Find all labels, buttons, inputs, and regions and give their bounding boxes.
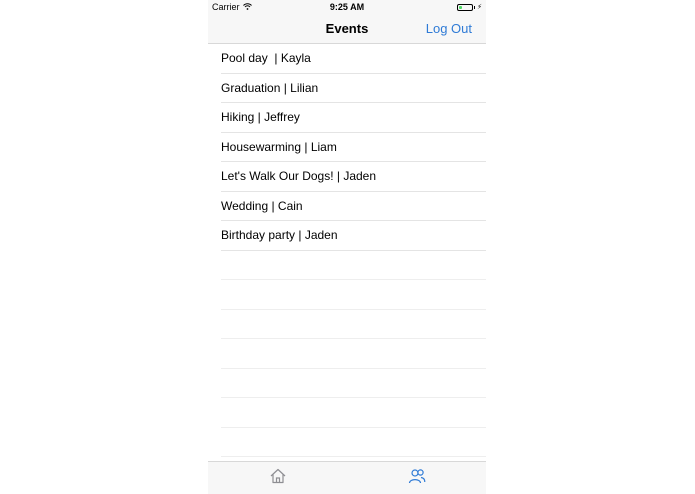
tab-bar [208, 461, 486, 494]
event-row[interactable]: Graduation | Lilian [221, 74, 486, 103]
empty-table-row [221, 310, 486, 339]
event-label: Graduation | Lilian [221, 80, 319, 95]
status-bar: Carrier 9:25 AM ⚡ [208, 0, 486, 14]
log-out-button[interactable]: Log Out [426, 21, 472, 36]
event-label: Housewarming | Liam [221, 139, 337, 154]
charging-icon: ⚡ [477, 4, 482, 11]
people-icon [408, 467, 426, 490]
event-label: Hiking | Jeffrey [221, 110, 300, 125]
event-row[interactable]: Housewarming | Liam [221, 133, 486, 162]
empty-table-row [221, 280, 486, 310]
event-row[interactable]: Let's Walk Our Dogs! | Jaden [221, 162, 486, 192]
navigation-bar: Events Log Out [208, 14, 486, 44]
battery-icon: ⚡ [457, 3, 482, 11]
tab-people[interactable] [347, 462, 486, 494]
event-label: Birthday party | Jaden [221, 228, 338, 243]
tab-home[interactable] [208, 462, 347, 494]
empty-table-row [221, 428, 486, 457]
app-screen: Carrier 9:25 AM ⚡ Events Log Out Pool da… [208, 0, 486, 494]
empty-table-row [221, 369, 486, 398]
status-time: 9:25 AM [329, 2, 365, 12]
event-row[interactable]: Pool day | Kayla [221, 44, 486, 74]
event-label: Wedding | Cain [221, 198, 303, 213]
home-icon [269, 467, 287, 490]
event-label: Let's Walk Our Dogs! | Jaden [221, 169, 377, 184]
event-label: Pool day | Kayla [221, 51, 311, 66]
empty-table-row [221, 251, 486, 280]
empty-table-row [221, 339, 486, 369]
empty-table-row [221, 398, 486, 428]
events-list: Pool day | Kayla Graduation | Lilian Hikin… [208, 44, 486, 457]
event-row[interactable]: Birthday party | Jaden [221, 221, 486, 251]
event-row[interactable]: Hiking | Jeffrey [221, 103, 486, 133]
event-row[interactable]: Wedding | Cain [221, 192, 486, 221]
